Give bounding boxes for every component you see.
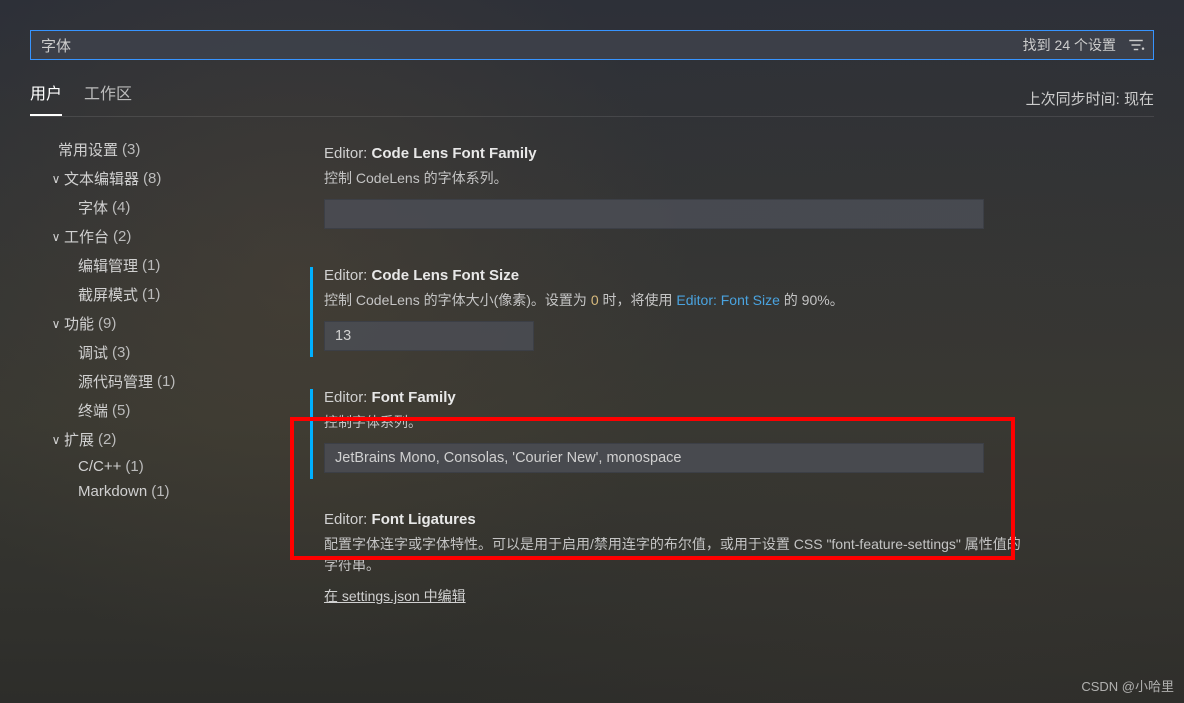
sidebar-item-count: (9) <box>98 315 116 332</box>
sidebar-item-label: 功能 <box>64 313 94 334</box>
sidebar-item-label: 源代码管理 <box>78 371 153 392</box>
setting-prefix: Editor: <box>324 511 367 528</box>
chevron-down-icon: ∨ <box>48 317 64 331</box>
sidebar-item-text-editor[interactable]: ∨ 文本编辑器 (8) <box>30 164 250 193</box>
codelens-font-family-input[interactable] <box>324 199 984 229</box>
setting-font-ligatures: Editor: Font Ligatures 配置字体连字或字体特性。可以是用于… <box>310 501 1030 641</box>
filter-icon[interactable] <box>1126 36 1146 54</box>
sidebar-item-debug[interactable]: 调试 (3) <box>30 338 250 367</box>
sidebar-item-count: (4) <box>112 199 130 216</box>
sidebar-item-count: (1) <box>151 483 169 500</box>
sidebar-item-label: 常用设置 <box>58 139 118 160</box>
chevron-down-icon: ∨ <box>48 230 64 244</box>
watermark: CSDN @小哈里 <box>1081 676 1174 695</box>
setting-name: Code Lens Font Size <box>372 267 520 284</box>
sidebar-item-workbench[interactable]: ∨ 工作台 (2) <box>30 222 250 251</box>
search-result-count: 找到 24 个设置 <box>1023 30 1116 60</box>
setting-desc: 控制 CodeLens 的字体大小(像素)。设置为 0 时，将使用 Editor… <box>324 290 1024 311</box>
tab-user[interactable]: 用户 <box>30 80 62 116</box>
sidebar-item-label: 终端 <box>78 400 108 421</box>
setting-desc: 配置字体连字或字体特性。可以是用于启用/禁用连字的布尔值，或用于设置 CSS "… <box>324 534 1024 576</box>
edit-in-json-row: 在 settings.json 中编辑 <box>324 586 1024 607</box>
chevron-down-icon: ∨ <box>48 172 64 186</box>
sidebar-item-count: (8) <box>143 170 161 187</box>
sidebar-item-count: (3) <box>122 141 140 158</box>
setting-name: Font Ligatures <box>372 511 476 528</box>
sidebar-item-count: (5) <box>112 402 130 419</box>
sidebar-item-terminal[interactable]: 终端 (5) <box>30 396 250 425</box>
tab-workspace[interactable]: 工作区 <box>84 80 132 116</box>
sidebar-item-features[interactable]: ∨ 功能 (9) <box>30 309 250 338</box>
setting-title: Editor: Code Lens Font Family <box>324 145 1030 162</box>
sidebar-item-label: 字体 <box>78 197 108 218</box>
sidebar-item-count: (1) <box>157 373 175 390</box>
sidebar-item-extensions[interactable]: ∨ 扩展 (2) <box>30 425 250 454</box>
sidebar-item-count: (2) <box>113 228 131 245</box>
setting-codelens-font-family: Editor: Code Lens Font Family 控制 CodeLen… <box>310 135 1030 253</box>
search-result-meta: 找到 24 个设置 <box>1023 30 1146 60</box>
font-family-input[interactable] <box>324 443 984 473</box>
sidebar-item-label: 截屏模式 <box>78 284 138 305</box>
sidebar-item-count: (1) <box>125 458 143 475</box>
modified-indicator <box>310 389 313 479</box>
search-input[interactable] <box>30 30 1154 60</box>
editor-font-size-link[interactable]: Editor: Font Size <box>676 292 780 308</box>
setting-name: Code Lens Font Family <box>372 145 537 162</box>
chevron-down-icon: ∨ <box>48 433 64 447</box>
modified-indicator <box>310 267 313 357</box>
header-row: 用户 工作区 上次同步时间: 现在 <box>30 80 1154 117</box>
sidebar-item-markdown[interactable]: Markdown (1) <box>30 479 250 504</box>
setting-name: Font Family <box>372 389 456 406</box>
last-sync-label: 上次同步时间: 现在 <box>1026 88 1154 109</box>
setting-title: Editor: Font Family <box>324 389 1030 406</box>
sidebar-item-label: 文本编辑器 <box>64 168 139 189</box>
setting-codelens-font-size: Editor: Code Lens Font Size 控制 CodeLens … <box>310 257 1030 375</box>
sidebar-item-count: (1) <box>142 257 160 274</box>
sidebar-item-label: 扩展 <box>64 429 94 450</box>
sidebar-item-screencast[interactable]: 截屏模式 (1) <box>30 280 250 309</box>
sidebar-item-label: 编辑管理 <box>78 255 138 276</box>
sidebar-item-cpp[interactable]: C/C++ (1) <box>30 454 250 479</box>
setting-prefix: Editor: <box>324 145 367 162</box>
edit-in-settings-json-link[interactable]: 在 settings.json 中编辑 <box>324 588 466 604</box>
setting-desc: 控制 CodeLens 的字体系列。 <box>324 168 1024 189</box>
setting-desc: 控制字体系列。 <box>324 412 1024 433</box>
setting-prefix: Editor: <box>324 389 367 406</box>
sidebar-item-editor-mgmt[interactable]: 编辑管理 (1) <box>30 251 250 280</box>
codelens-font-size-input[interactable] <box>324 321 534 351</box>
sidebar-item-count: (3) <box>112 344 130 361</box>
sidebar-item-count: (2) <box>98 431 116 448</box>
sidebar-item-label: Markdown <box>78 483 147 500</box>
sidebar-item-label: 调试 <box>78 342 108 363</box>
sidebar-item-font[interactable]: 字体 (4) <box>30 193 250 222</box>
setting-title: Editor: Font Ligatures <box>324 511 1030 528</box>
setting-font-family: Editor: Font Family 控制字体系列。 <box>310 379 1030 497</box>
inline-code: 0 <box>591 292 599 308</box>
settings-tabs: 用户 工作区 <box>30 80 132 116</box>
settings-sidebar: 常用设置 (3) ∨ 文本编辑器 (8) 字体 (4) ∨ 工作台 (2) 编辑… <box>30 135 260 698</box>
search-row: 找到 24 个设置 <box>30 30 1154 60</box>
sidebar-item-count: (1) <box>142 286 160 303</box>
sidebar-item-common[interactable]: 常用设置 (3) <box>30 135 250 164</box>
settings-content: Editor: Code Lens Font Family 控制 CodeLen… <box>260 135 1154 698</box>
sidebar-item-label: C/C++ <box>78 458 121 475</box>
sidebar-item-label: 工作台 <box>64 226 109 247</box>
setting-title: Editor: Code Lens Font Size <box>324 267 1030 284</box>
sidebar-item-scm[interactable]: 源代码管理 (1) <box>30 367 250 396</box>
setting-prefix: Editor: <box>324 267 367 284</box>
